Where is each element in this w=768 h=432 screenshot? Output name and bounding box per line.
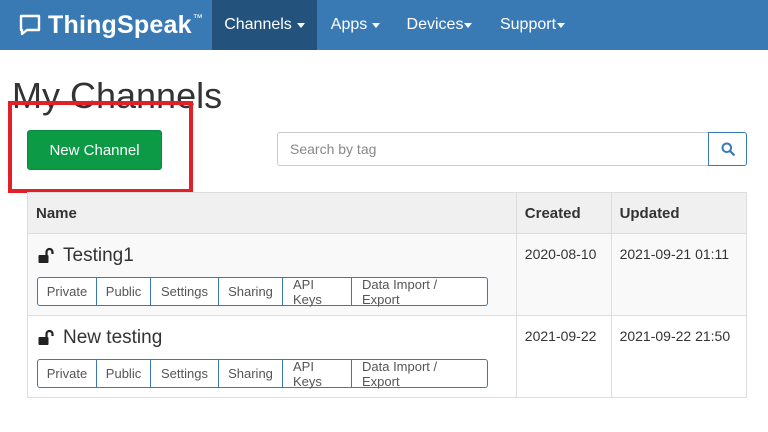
chevron-down-icon bbox=[296, 22, 305, 28]
brand-logo-link[interactable]: ThingSpeak ™ bbox=[18, 0, 203, 50]
created-date-cell: 2020-08-10 bbox=[515, 233, 612, 316]
private-view-button[interactable]: Private bbox=[37, 359, 97, 388]
header-updated[interactable]: Updated bbox=[610, 192, 748, 234]
nav-support-menu[interactable]: Support bbox=[485, 0, 580, 50]
top-navbar: ThingSpeak ™ Channels Apps Devices Suppo… bbox=[0, 0, 768, 50]
new-channel-button[interactable]: New Channel bbox=[27, 130, 162, 170]
nav-channels-label: Channels bbox=[224, 16, 292, 33]
channel-title: Testing1 bbox=[37, 244, 508, 268]
nav-devices-menu[interactable]: Devices bbox=[394, 0, 485, 50]
nav-devices-label: Devices bbox=[406, 16, 464, 33]
channel-name-cell: Testing1 Private Public Settings Sharing… bbox=[27, 233, 517, 316]
settings-button[interactable]: Settings bbox=[151, 359, 219, 388]
channel-name-link[interactable]: New testing bbox=[63, 327, 162, 349]
public-view-button[interactable]: Public bbox=[97, 359, 151, 388]
settings-button[interactable]: Settings bbox=[151, 277, 219, 306]
brand-name: ThingSpeak bbox=[48, 10, 192, 39]
channel-name-cell: New testing Private Public Settings Shar… bbox=[27, 315, 517, 398]
nav-apps-label: Apps bbox=[330, 16, 368, 33]
search-button[interactable] bbox=[708, 132, 747, 166]
channel-actions-group: Private Public Settings Sharing API Keys… bbox=[37, 359, 508, 389]
nav-channels-menu[interactable]: Channels bbox=[212, 0, 317, 50]
chevron-down-icon bbox=[464, 22, 473, 28]
header-name[interactable]: Name bbox=[27, 192, 517, 234]
unlocked-padlock-icon bbox=[38, 329, 54, 345]
channel-name-link[interactable]: Testing1 bbox=[63, 245, 134, 267]
private-view-button[interactable]: Private bbox=[37, 277, 97, 306]
chat-bubble-logo-icon bbox=[19, 14, 41, 36]
channel-title: New testing bbox=[37, 326, 508, 350]
brand-trademark: ™ bbox=[192, 13, 203, 24]
api-keys-button[interactable]: API Keys bbox=[283, 277, 352, 307]
nav-apps-menu[interactable]: Apps bbox=[317, 0, 394, 50]
header-created[interactable]: Created bbox=[515, 192, 612, 234]
table-row: Testing1 Private Public Settings Sharing… bbox=[27, 233, 748, 316]
channel-actions-group: Private Public Settings Sharing API Keys… bbox=[37, 277, 508, 307]
channels-table: Name Created Updated Testing1 Private Pu… bbox=[27, 192, 748, 398]
unlocked-padlock-icon bbox=[38, 247, 54, 263]
public-view-button[interactable]: Public bbox=[97, 277, 151, 306]
created-date-cell: 2021-09-22 bbox=[515, 315, 612, 398]
updated-date-cell: 2021-09-22 21:50 bbox=[610, 315, 748, 398]
table-row: New testing Private Public Settings Shar… bbox=[27, 315, 748, 398]
tag-search-input[interactable] bbox=[277, 132, 709, 166]
search-icon bbox=[721, 142, 735, 156]
chevron-down-icon bbox=[557, 22, 566, 28]
sharing-button[interactable]: Sharing bbox=[219, 359, 283, 388]
table-header-row: Name Created Updated bbox=[27, 192, 748, 234]
nav-support-label: Support bbox=[499, 16, 557, 33]
api-keys-button[interactable]: API Keys bbox=[283, 359, 352, 389]
data-import-export-button[interactable]: Data Import / Export bbox=[352, 359, 488, 389]
updated-date-cell: 2021-09-21 01:11 bbox=[610, 233, 748, 316]
data-import-export-button[interactable]: Data Import / Export bbox=[352, 277, 488, 307]
chevron-down-icon bbox=[372, 22, 381, 28]
sharing-button[interactable]: Sharing bbox=[219, 277, 283, 306]
